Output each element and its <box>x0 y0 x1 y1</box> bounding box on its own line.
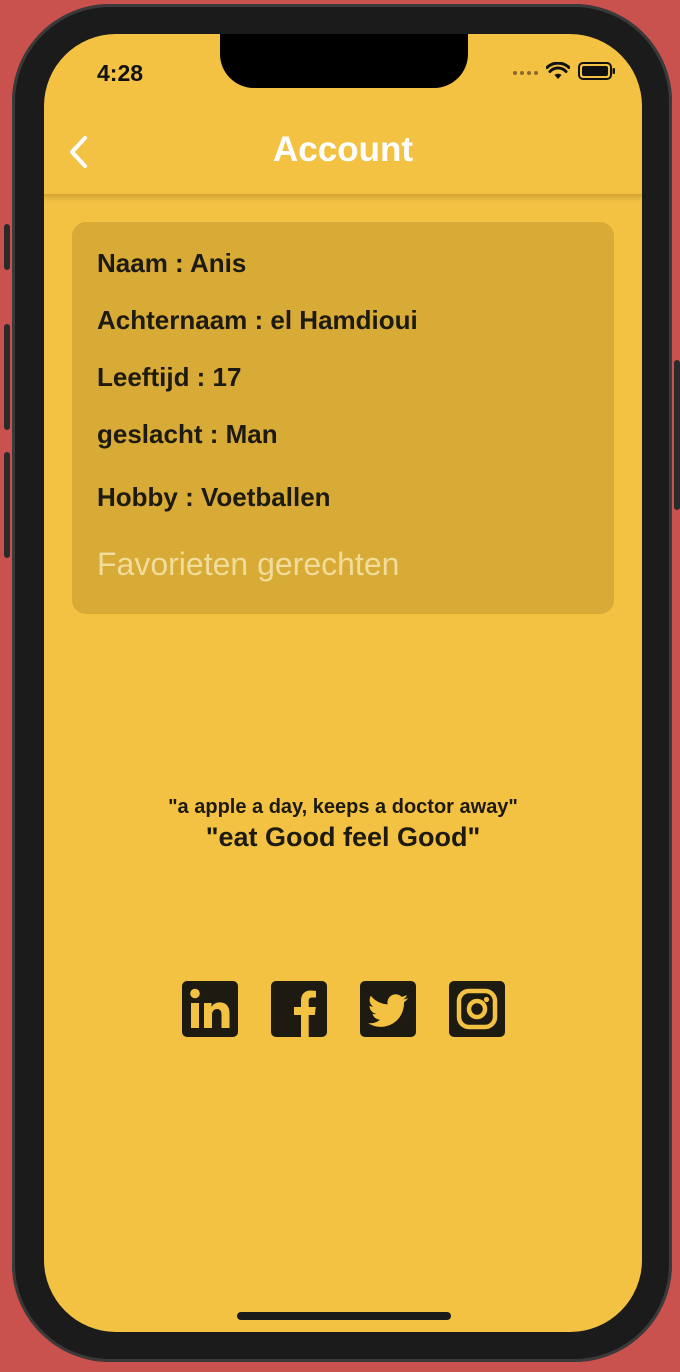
mute-switch <box>4 224 10 270</box>
battery-icon <box>578 62 615 80</box>
status-time: 4:28 <box>97 60 144 86</box>
social-links <box>181 980 506 1038</box>
app-screen: 4:28 Account Naam : Anis Achternaam : el… <box>44 34 642 1332</box>
profile-hobby: Hobby : Voetballen <box>97 482 331 512</box>
profile-age: Leeftijd : 17 <box>97 362 242 392</box>
app-header: Account <box>44 104 642 196</box>
quote-small: "a apple a day, keeps a doctor away" <box>168 796 518 818</box>
notch <box>220 34 468 88</box>
signal-icon <box>513 71 538 75</box>
favorites-link[interactable]: Favorieten gerechten <box>97 546 399 583</box>
linkedin-icon[interactable] <box>181 980 239 1038</box>
profile-card: Naam : Anis Achternaam : el Hamdioui Lee… <box>72 222 614 614</box>
profile-name: Naam : Anis <box>97 248 247 278</box>
facebook-icon[interactable] <box>270 980 328 1038</box>
profile-gender: geslacht : Man <box>97 419 278 449</box>
twitter-icon[interactable] <box>359 980 417 1038</box>
profile-surname: Achternaam : el Hamdioui <box>97 305 418 335</box>
volume-up-button <box>4 324 10 430</box>
home-indicator[interactable] <box>237 1312 451 1320</box>
wifi-icon <box>546 62 570 79</box>
instagram-icon[interactable] <box>448 980 506 1038</box>
volume-down-button <box>4 452 10 558</box>
power-button <box>674 360 680 510</box>
quote-big: "eat Good feel Good" <box>205 822 481 852</box>
status-icons <box>512 62 616 80</box>
page-title: Account <box>273 130 413 169</box>
